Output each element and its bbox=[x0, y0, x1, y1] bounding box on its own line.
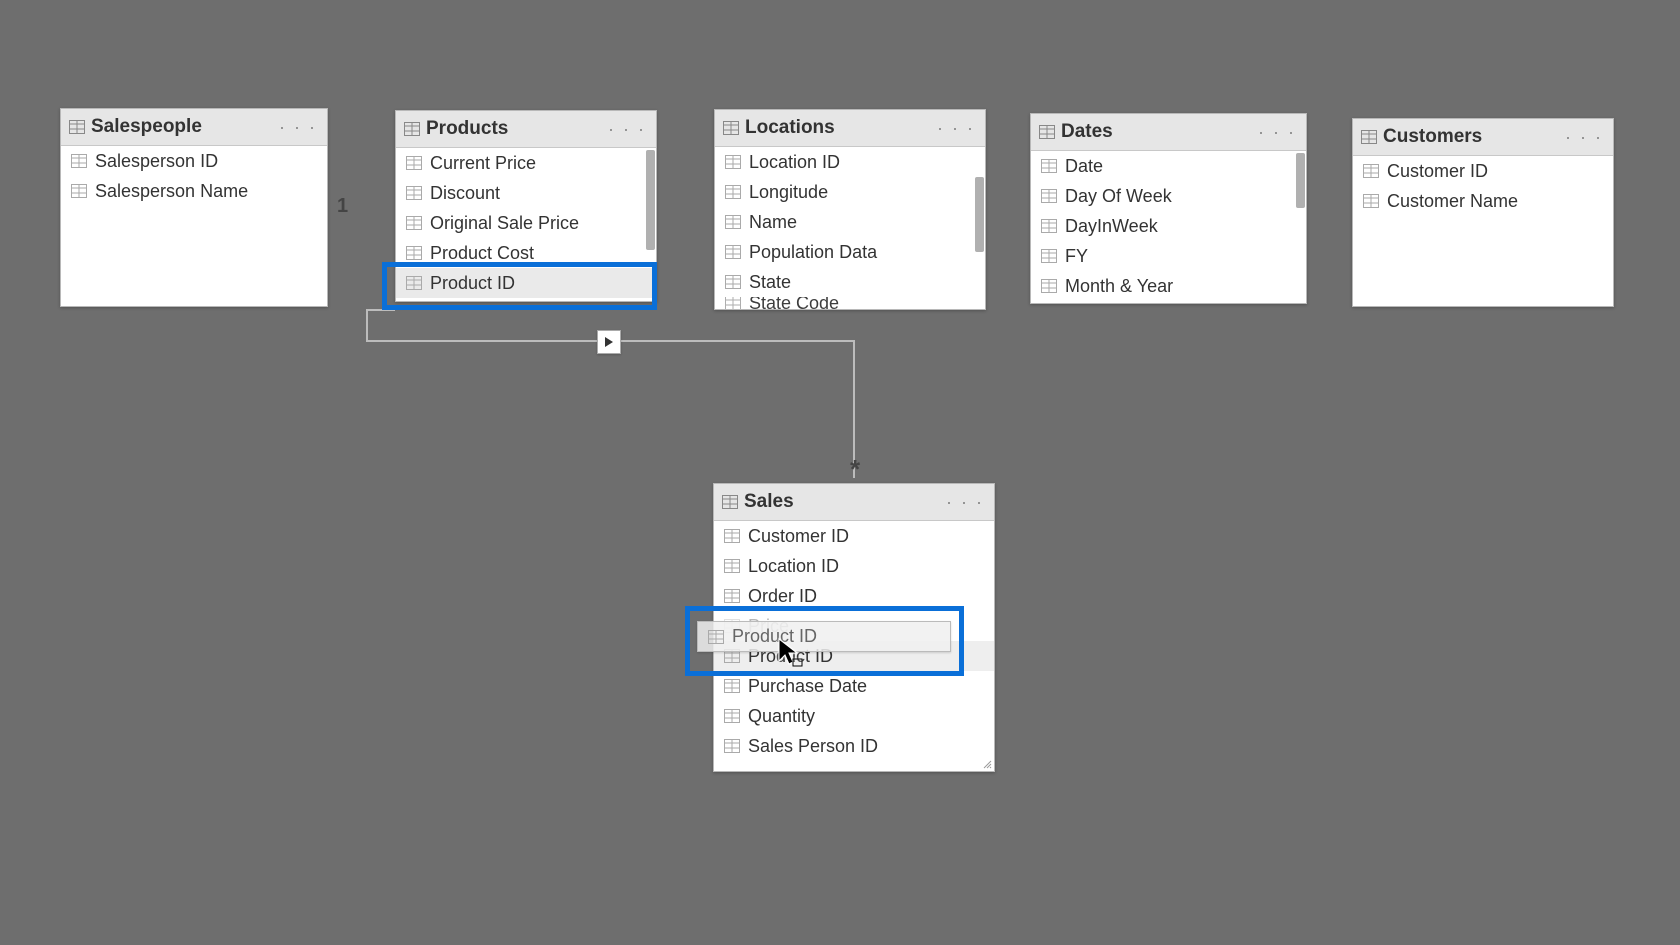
field-salesperson-name[interactable]: Salesperson Name bbox=[61, 176, 327, 206]
field-dayinweek[interactable]: DayInWeek bbox=[1031, 211, 1306, 241]
field-icon bbox=[1041, 189, 1057, 203]
table-title: Products bbox=[426, 118, 606, 140]
table-header[interactable]: Locations · · · bbox=[715, 110, 985, 147]
field-original-sale-price[interactable]: Original Sale Price bbox=[396, 208, 656, 238]
field-sales-person-id[interactable]: Sales Person ID bbox=[714, 731, 994, 761]
scrollbar-thumb[interactable] bbox=[975, 177, 984, 252]
field-product-cost[interactable]: Product Cost bbox=[396, 238, 656, 268]
relationship-filter-arrow[interactable] bbox=[597, 330, 621, 354]
field-customer-id[interactable]: Customer ID bbox=[714, 521, 994, 551]
table-menu-button[interactable]: · · · bbox=[606, 119, 648, 140]
drag-ghost-product-id: Product ID bbox=[697, 621, 951, 652]
field-month-year[interactable]: Month & Year bbox=[1031, 271, 1306, 301]
table-menu-button[interactable]: · · · bbox=[1563, 127, 1605, 148]
table-fields: Location ID Longitude Name Population Da… bbox=[715, 147, 985, 309]
field-icon bbox=[406, 216, 422, 230]
field-date[interactable]: Date bbox=[1031, 151, 1306, 181]
table-fields: Customer ID Customer Name bbox=[1353, 156, 1613, 306]
field-icon bbox=[724, 559, 740, 573]
field-icon bbox=[708, 630, 724, 644]
table-locations[interactable]: Locations · · · Location ID Longitude Na… bbox=[714, 109, 986, 310]
table-icon bbox=[723, 121, 739, 135]
field-state[interactable]: State bbox=[715, 267, 985, 297]
field-icon bbox=[406, 186, 422, 200]
table-header[interactable]: Sales · · · bbox=[714, 484, 994, 521]
field-name[interactable]: Name bbox=[715, 207, 985, 237]
field-state-code[interactable]: State Code bbox=[715, 297, 985, 309]
field-icon bbox=[406, 246, 422, 260]
table-fields: Salesperson ID Salesperson Name bbox=[61, 146, 327, 306]
field-icon bbox=[724, 589, 740, 603]
field-icon bbox=[1363, 164, 1379, 178]
table-icon bbox=[404, 122, 420, 136]
table-title: Sales bbox=[744, 491, 944, 513]
table-menu-button[interactable]: · · · bbox=[1256, 122, 1298, 143]
field-icon bbox=[1041, 219, 1057, 233]
field-icon bbox=[725, 245, 741, 259]
field-discount[interactable]: Discount bbox=[396, 178, 656, 208]
field-day-of-week[interactable]: Day Of Week bbox=[1031, 181, 1306, 211]
table-header[interactable]: Salespeople · · · bbox=[61, 109, 327, 146]
table-title: Dates bbox=[1061, 121, 1256, 143]
table-salespeople[interactable]: Salespeople · · · Salesperson ID Salespe… bbox=[60, 108, 328, 307]
table-fields: Date Day Of Week DayInWeek FY Month & Ye… bbox=[1031, 151, 1306, 303]
field-icon bbox=[724, 679, 740, 693]
table-icon bbox=[722, 495, 738, 509]
table-title: Locations bbox=[745, 117, 935, 139]
table-icon bbox=[1361, 130, 1377, 144]
field-icon bbox=[1363, 194, 1379, 208]
field-icon bbox=[724, 709, 740, 723]
table-title: Customers bbox=[1383, 126, 1563, 148]
field-icon bbox=[71, 154, 87, 168]
field-fy[interactable]: FY bbox=[1031, 241, 1306, 271]
field-icon bbox=[1041, 249, 1057, 263]
scrollbar-thumb[interactable] bbox=[1296, 153, 1305, 208]
field-location-id[interactable]: Location ID bbox=[715, 147, 985, 177]
field-icon bbox=[406, 276, 422, 290]
field-customer-name[interactable]: Customer Name bbox=[1353, 186, 1613, 216]
table-dates[interactable]: Dates · · · Date Day Of Week DayInWeek F… bbox=[1030, 113, 1307, 304]
field-location-id[interactable]: Location ID bbox=[714, 551, 994, 581]
table-icon bbox=[69, 120, 85, 134]
table-customers[interactable]: Customers · · · Customer ID Customer Nam… bbox=[1352, 118, 1614, 307]
table-header[interactable]: Dates · · · bbox=[1031, 114, 1306, 151]
table-products[interactable]: Products · · · Current Price Discount Or… bbox=[395, 110, 657, 302]
field-current-price[interactable]: Current Price bbox=[396, 148, 656, 178]
field-icon bbox=[725, 297, 741, 309]
table-title: Salespeople bbox=[91, 116, 277, 138]
field-salesperson-id[interactable]: Salesperson ID bbox=[61, 146, 327, 176]
table-menu-button[interactable]: · · · bbox=[944, 492, 986, 513]
field-icon bbox=[724, 529, 740, 543]
field-icon bbox=[725, 155, 741, 169]
table-icon bbox=[1039, 125, 1055, 139]
relationship-cardinality-one: 1 bbox=[337, 195, 348, 218]
field-icon bbox=[1041, 279, 1057, 293]
relationship-cardinality-many: * bbox=[850, 454, 860, 485]
field-population-data[interactable]: Population Data bbox=[715, 237, 985, 267]
field-icon bbox=[1041, 159, 1057, 173]
field-longitude[interactable]: Longitude bbox=[715, 177, 985, 207]
field-icon bbox=[71, 184, 87, 198]
field-purchase-date[interactable]: Purchase Date bbox=[714, 671, 994, 701]
table-fields: Current Price Discount Original Sale Pri… bbox=[396, 148, 656, 301]
scrollbar-thumb[interactable] bbox=[646, 150, 655, 250]
field-icon bbox=[406, 156, 422, 170]
field-quantity[interactable]: Quantity bbox=[714, 701, 994, 731]
table-header[interactable]: Products · · · bbox=[396, 111, 656, 148]
field-icon bbox=[725, 215, 741, 229]
table-menu-button[interactable]: · · · bbox=[277, 117, 319, 138]
model-canvas[interactable]: 1 * Salespeople · · · Salesperson ID Sal… bbox=[0, 0, 1680, 945]
field-icon bbox=[725, 185, 741, 199]
field-customer-id[interactable]: Customer ID bbox=[1353, 156, 1613, 186]
table-menu-button[interactable]: · · · bbox=[935, 118, 977, 139]
field-icon bbox=[724, 739, 740, 753]
field-product-id[interactable]: Product ID bbox=[396, 268, 656, 298]
field-order-id[interactable]: Order ID bbox=[714, 581, 994, 611]
field-icon bbox=[725, 275, 741, 289]
table-header[interactable]: Customers · · · bbox=[1353, 119, 1613, 156]
